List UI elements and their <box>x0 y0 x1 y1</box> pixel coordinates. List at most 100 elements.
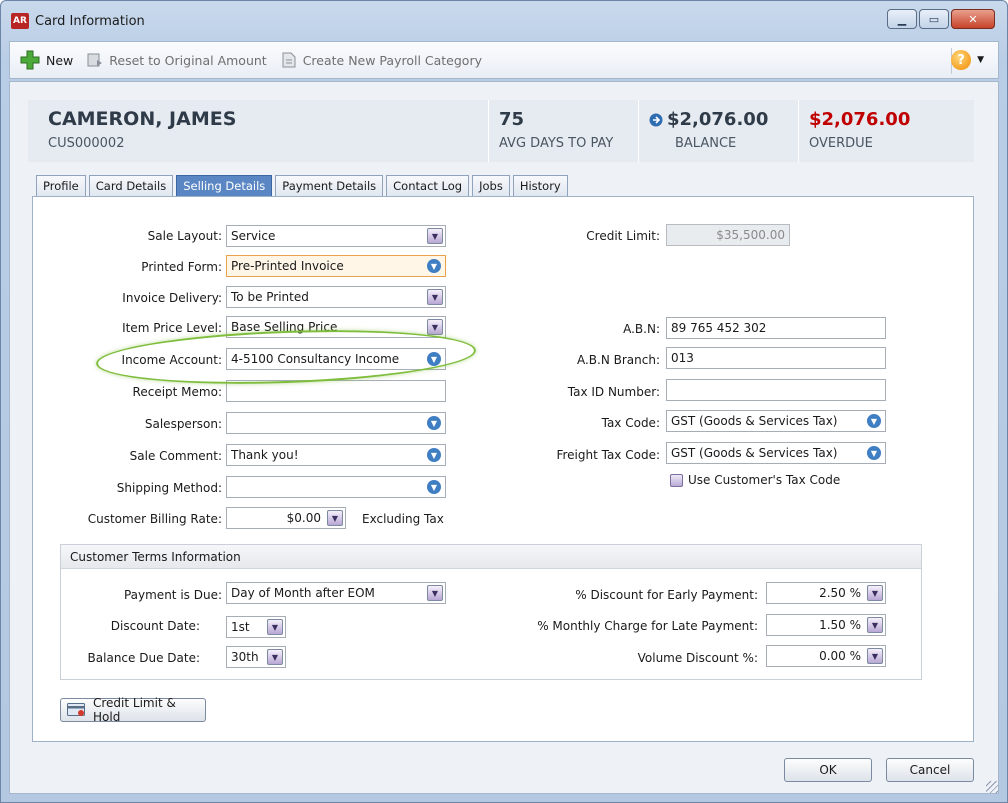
sale-comment-select[interactable]: Thank you! ▼ <box>226 444 446 466</box>
use-customer-tax-checkbox[interactable] <box>670 474 683 487</box>
tax-code-select[interactable]: GST (Goods & Services Tax) ▼ <box>666 410 886 432</box>
invoice-delivery-select[interactable]: To be Printed ▼ <box>226 286 446 308</box>
receipt-memo-input[interactable] <box>226 380 446 402</box>
customer-summary: CAMERON, JAMES CUS000002 75 AVG DAYS TO … <box>28 100 974 162</box>
chevron-down-icon[interactable]: ▼ <box>867 617 883 633</box>
tab-contact-log[interactable]: Contact Log <box>386 175 470 197</box>
chevron-down-icon[interactable]: ▼ <box>267 619 283 635</box>
billing-rate-suffix: Excluding Tax <box>362 512 444 526</box>
help-button[interactable]: ? ▼ <box>951 50 984 70</box>
new-button[interactable]: New <box>20 50 73 70</box>
chevron-down-icon[interactable]: ▼ <box>427 585 443 601</box>
printed-form-value: Pre-Printed Invoice <box>231 259 344 273</box>
salesperson-label: Salesperson: <box>144 417 222 431</box>
tab-selling-details[interactable]: Selling Details <box>176 175 273 198</box>
tab-payment-details[interactable]: Payment Details <box>275 175 384 197</box>
receipt-memo-label: Receipt Memo: <box>132 385 222 399</box>
tab-jobs[interactable]: Jobs <box>472 175 510 197</box>
printed-form-select[interactable]: Pre-Printed Invoice ▼ <box>226 255 446 277</box>
chevron-down-icon: ▼ <box>977 55 984 65</box>
chevron-down-icon[interactable]: ▼ <box>867 585 883 601</box>
avg-days-cell: 75 AVG DAYS TO PAY <box>488 100 638 162</box>
customer-name: CAMERON, JAMES <box>48 108 237 130</box>
sale-layout-select[interactable]: Service ▼ <box>226 225 446 247</box>
maximize-icon: ▭ <box>928 12 940 26</box>
credit-limit-hold-button[interactable]: Credit Limit & Hold <box>60 696 206 724</box>
income-account-value: 4-5100 Consultancy Income <box>231 352 400 366</box>
tab-history[interactable]: History <box>512 175 568 197</box>
balance-cell[interactable]: $2,076.00 BALANCE <box>638 100 798 162</box>
overdue-label: OVERDUE <box>809 136 873 151</box>
chevron-down-icon[interactable]: ▼ <box>267 649 283 665</box>
chevron-down-icon[interactable]: ▼ <box>427 289 443 305</box>
payment-due-label: Payment is Due: <box>123 588 222 602</box>
item-price-level-label: Item Price Level: <box>122 321 222 335</box>
abn-input[interactable]: 89 765 452 302 <box>666 317 886 339</box>
chevron-down-icon[interactable]: ▼ <box>327 510 343 526</box>
tax-id-input[interactable] <box>666 379 886 401</box>
late-charge-input[interactable]: 1.50 % ▼ <box>766 614 886 636</box>
volume-discount-input[interactable]: 0.00 % ▼ <box>766 645 886 667</box>
search-list-icon[interactable]: ▼ <box>427 448 441 462</box>
maximize-button[interactable]: ▭ <box>919 9 949 29</box>
balance-row: $2,076.00 <box>649 109 798 130</box>
payment-due-select[interactable]: Day of Month after EOM ▼ <box>226 582 446 604</box>
help-icon: ? <box>951 50 972 70</box>
reset-to-original-button[interactable]: Reset to Original Amount <box>87 52 267 68</box>
search-list-icon[interactable]: ▼ <box>867 414 881 428</box>
salesperson-select[interactable]: ▼ <box>226 412 446 434</box>
credit-card-icon <box>67 703 85 717</box>
tab-card-details[interactable]: Card Details <box>88 175 174 197</box>
plus-icon <box>20 50 40 70</box>
app-icon: AR <box>11 13 29 29</box>
sale-layout-value: Service <box>231 229 276 243</box>
tab-bar: Profile Card Details Selling Details Pay… <box>36 175 571 198</box>
close-icon: ✕ <box>968 12 978 26</box>
sale-comment-value: Thank you! <box>231 448 299 462</box>
item-price-level-select[interactable]: Base Selling Price ▼ <box>226 316 446 338</box>
freight-tax-code-value: GST (Goods & Services Tax) <box>671 446 838 460</box>
early-discount-value: 2.50 % <box>819 586 861 600</box>
title-bar: AR Card Information ▁ ▭ ✕ <box>1 1 1007 41</box>
tab-profile[interactable]: Profile <box>36 175 86 197</box>
payment-due-value: Day of Month after EOM <box>231 586 375 600</box>
search-list-icon[interactable]: ▼ <box>427 259 441 273</box>
credit-limit-hold-label: Credit Limit & Hold <box>93 696 176 724</box>
overdue-cell: $2,076.00 OVERDUE <box>798 100 974 162</box>
close-button[interactable]: ✕ <box>951 9 995 29</box>
search-list-icon[interactable]: ▼ <box>427 416 441 430</box>
search-list-icon[interactable]: ▼ <box>427 480 441 494</box>
billing-rate-input[interactable]: $0.00 ▼ <box>226 507 346 529</box>
early-discount-input[interactable]: 2.50 % ▼ <box>766 582 886 604</box>
cancel-button[interactable]: Cancel <box>886 758 974 782</box>
resize-grip[interactable] <box>986 781 998 793</box>
discount-date-select[interactable]: 1st ▼ <box>226 616 286 638</box>
volume-discount-label: Volume Discount %: <box>637 651 758 665</box>
document-icon <box>281 52 297 68</box>
credit-limit-field: $35,500.00 <box>666 224 790 246</box>
search-list-icon[interactable]: ▼ <box>427 352 441 366</box>
ok-button[interactable]: OK <box>784 758 872 782</box>
use-customer-tax-label: Use Customer's Tax Code <box>688 473 841 487</box>
shipping-method-select[interactable]: ▼ <box>226 476 446 498</box>
search-list-icon[interactable]: ▼ <box>867 446 881 460</box>
chevron-down-icon[interactable]: ▼ <box>427 319 443 335</box>
chevron-down-icon[interactable]: ▼ <box>427 228 443 244</box>
abn-label: A.B.N: <box>623 322 660 336</box>
balance-value: $2,076.00 <box>667 109 769 130</box>
new-label: New <box>46 52 74 68</box>
minimize-button[interactable]: ▁ <box>887 9 917 29</box>
billing-rate-value: $0.00 <box>286 511 321 525</box>
chevron-down-icon[interactable]: ▼ <box>867 648 883 664</box>
balance-due-date-select[interactable]: 30th ▼ <box>226 646 286 668</box>
income-account-label: Income Account: <box>121 353 222 367</box>
early-discount-label: % Discount for Early Payment: <box>575 588 758 602</box>
income-account-select[interactable]: 4-5100 Consultancy Income ▼ <box>226 348 446 370</box>
freight-tax-code-select[interactable]: GST (Goods & Services Tax) ▼ <box>666 442 886 464</box>
customer-terms-title: Customer Terms Information <box>61 545 921 569</box>
invoice-delivery-label: Invoice Delivery: <box>122 291 222 305</box>
abn-branch-input[interactable]: 013 <box>666 347 886 369</box>
create-payroll-category-button[interactable]: Create New Payroll Category <box>281 52 482 68</box>
shipping-method-label: Shipping Method: <box>116 481 222 495</box>
reset-label: Reset to Original Amount <box>109 52 267 68</box>
